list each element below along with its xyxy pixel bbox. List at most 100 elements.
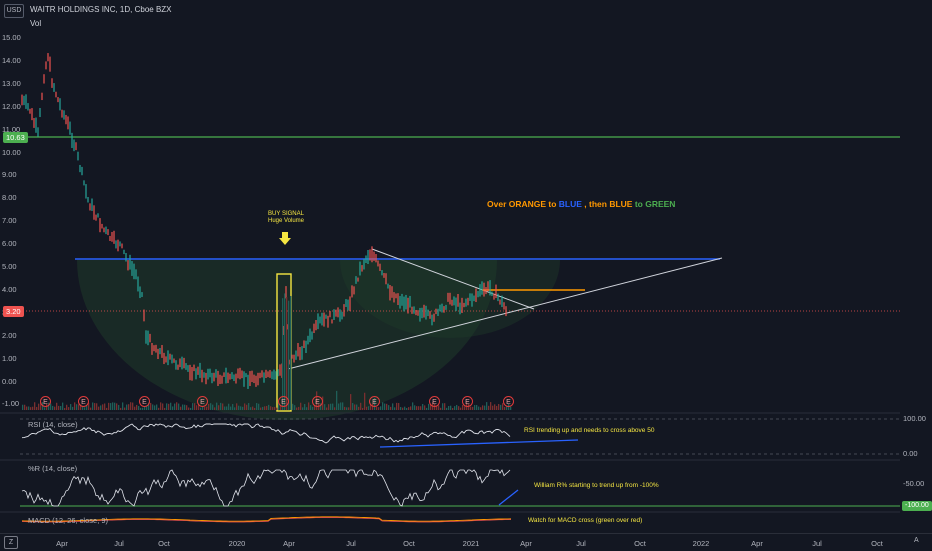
volume-bar <box>142 407 144 410</box>
rsi-axis-top: 100.00 <box>903 414 926 423</box>
volume-bar <box>216 402 218 410</box>
volume-bar <box>472 406 474 410</box>
volume-bar <box>54 406 56 410</box>
volume-bar <box>206 406 208 410</box>
volume-bar <box>234 407 236 410</box>
volume-bar <box>116 403 118 410</box>
time-axis-label: Oct <box>403 539 415 548</box>
time-axis-label: Jul <box>576 539 586 548</box>
rsi-trend-line <box>379 439 579 448</box>
price-axis-label: 14.00 <box>2 55 21 65</box>
volume-bar <box>38 403 40 410</box>
volume-bar <box>448 406 450 410</box>
price-axis-label: 13.00 <box>2 78 21 88</box>
volume-bar <box>156 404 158 410</box>
volume-bar <box>284 293 286 410</box>
volume-bar <box>262 406 264 410</box>
earnings-marker-icon[interactable]: E <box>78 396 89 407</box>
williams-title[interactable]: %R (14, close) <box>28 464 77 473</box>
price-chart[interactable] <box>0 0 900 533</box>
volume-bar <box>490 402 492 410</box>
macd-note: Watch for MACD cross (green over red) <box>528 517 643 524</box>
auto-scale-button[interactable]: A <box>914 537 919 544</box>
price-axis-label: 5.00 <box>2 262 17 271</box>
volume-bar <box>212 404 214 410</box>
volume-bar <box>450 405 452 410</box>
earnings-marker-icon[interactable]: E <box>278 396 289 407</box>
volume-bar <box>282 298 284 410</box>
volume-bar <box>380 406 382 410</box>
volume-bar <box>184 404 186 410</box>
volume-bar <box>62 402 64 410</box>
volume-bar <box>294 405 296 410</box>
volume-bar <box>498 403 500 410</box>
volume-bar <box>360 402 362 410</box>
volume-bar <box>308 402 310 410</box>
rsi-title[interactable]: RSI (14, close) <box>28 420 78 429</box>
volume-bar <box>190 407 192 410</box>
volume-bar <box>60 406 62 410</box>
volume-bar <box>70 404 72 410</box>
volume-bar <box>192 403 194 410</box>
price-axis-label: 10.00 <box>2 147 21 157</box>
volume-bar <box>458 406 460 410</box>
price-axis-label: 8.00 <box>2 193 17 203</box>
volume-bar <box>134 406 136 410</box>
earnings-marker-icon[interactable]: E <box>429 396 440 407</box>
volume-bar <box>368 406 370 410</box>
earnings-marker-icon[interactable]: E <box>197 396 208 407</box>
volume-bar <box>68 407 70 410</box>
volume-bar <box>228 403 230 410</box>
headline-text: , then BLUE <box>581 199 635 209</box>
volume-bar <box>326 407 328 410</box>
volume-bar <box>328 404 330 410</box>
time-axis-label: 2022 <box>692 539 710 548</box>
earnings-marker-icon[interactable]: E <box>462 396 473 407</box>
volume-bar <box>336 390 338 410</box>
volume-bar <box>298 406 300 410</box>
volume-bar <box>208 403 210 410</box>
volume-bar <box>194 403 196 410</box>
buy-signal-note: BUY SIGNAL Huge Volume <box>264 211 308 225</box>
volume-bar <box>90 407 92 410</box>
volume-bar <box>452 407 454 410</box>
time-axis[interactable]: Apr Jul Oct 2020 Apr Jul Oct 2021 Apr Jul Oct 2022 A… <box>0 533 932 551</box>
volume-bar <box>270 406 272 410</box>
volume-bar <box>362 407 364 410</box>
buy-signal-sublabel: Huge Volume <box>267 218 305 224</box>
volume-bar <box>118 404 120 410</box>
earnings-marker-icon[interactable]: E <box>503 396 514 407</box>
macd-title[interactable]: MACD (12, 26, close, 9) <box>28 516 108 525</box>
volume-bar <box>480 407 482 410</box>
volume-bar <box>246 404 248 410</box>
tradingview-logo-icon[interactable]: Z <box>4 536 18 549</box>
volume-bar <box>152 404 154 410</box>
volume-bar <box>166 403 168 410</box>
headline-blue-text: BLUE <box>558 199 582 209</box>
volume-bar <box>182 404 184 410</box>
volume-bar <box>58 405 60 410</box>
volume-bar <box>92 402 94 410</box>
current-price-badge: 3.20 <box>3 306 24 317</box>
earnings-marker-icon[interactable]: E <box>40 396 51 407</box>
volume-bar <box>264 406 266 410</box>
williams-axis-top: -50.00 <box>903 479 925 488</box>
volume-bar <box>470 406 472 410</box>
volume-bar <box>446 407 448 410</box>
volume-bar <box>168 403 170 410</box>
volume-bar <box>310 405 312 410</box>
volume-bar <box>236 403 238 410</box>
volume-bar <box>454 406 456 410</box>
volume-bar <box>98 406 100 410</box>
earnings-marker-icon[interactable]: E <box>312 396 323 407</box>
earnings-marker-icon[interactable]: E <box>369 396 380 407</box>
volume-bar <box>250 407 252 410</box>
volume-bar <box>482 405 484 410</box>
volume-bar <box>504 407 506 410</box>
earnings-marker-icon[interactable]: E <box>139 396 150 407</box>
volume-bar <box>354 404 356 410</box>
volume-bar <box>346 407 348 410</box>
volume-bar <box>404 406 406 410</box>
volume-bar <box>160 402 162 410</box>
volume-bar <box>440 407 442 410</box>
